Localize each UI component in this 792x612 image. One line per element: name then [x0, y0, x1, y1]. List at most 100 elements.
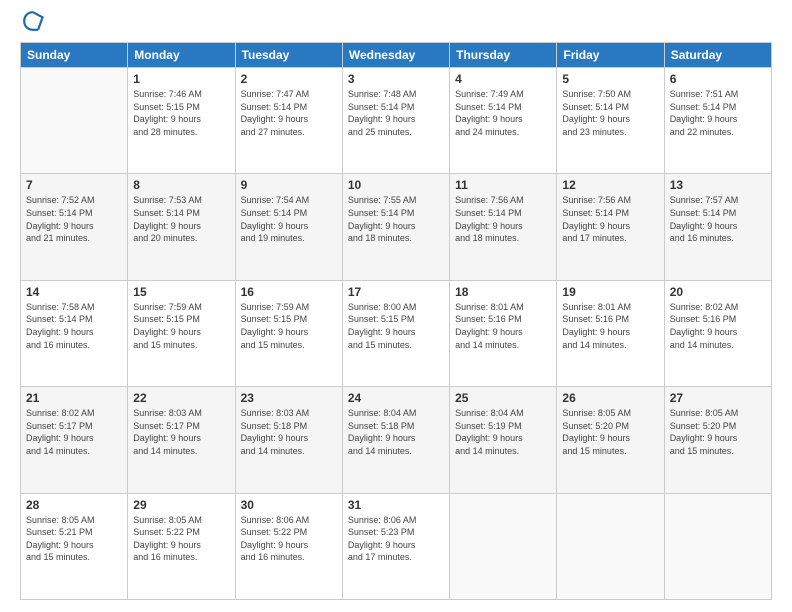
calendar-cell: 14 Sunrise: 7:58 AMSunset: 5:14 PMDayligh…	[21, 280, 128, 386]
day-number: 2	[241, 72, 337, 86]
day-number: 3	[348, 72, 444, 86]
day-info: Sunrise: 7:50 AMSunset: 5:14 PMDaylight:…	[562, 88, 658, 138]
calendar-cell: 27 Sunrise: 8:05 AMSunset: 5:20 PMDayligh…	[664, 387, 771, 493]
day-info: Sunrise: 8:05 AMSunset: 5:20 PMDaylight:…	[562, 407, 658, 457]
day-number: 25	[455, 391, 551, 405]
day-number: 24	[348, 391, 444, 405]
day-info: Sunrise: 8:00 AMSunset: 5:15 PMDaylight:…	[348, 301, 444, 351]
header	[20, 18, 772, 32]
day-number: 27	[670, 391, 766, 405]
day-number: 12	[562, 178, 658, 192]
day-number: 26	[562, 391, 658, 405]
day-number: 22	[133, 391, 229, 405]
day-number: 20	[670, 285, 766, 299]
day-info: Sunrise: 7:46 AMSunset: 5:15 PMDaylight:…	[133, 88, 229, 138]
calendar-cell: 7 Sunrise: 7:52 AMSunset: 5:14 PMDaylight…	[21, 174, 128, 280]
day-number: 7	[26, 178, 122, 192]
day-info: Sunrise: 7:56 AMSunset: 5:14 PMDaylight:…	[455, 194, 551, 244]
day-number: 14	[26, 285, 122, 299]
day-number: 4	[455, 72, 551, 86]
calendar-cell: 2 Sunrise: 7:47 AMSunset: 5:14 PMDaylight…	[235, 68, 342, 174]
calendar-cell	[557, 493, 664, 599]
calendar-cell: 12 Sunrise: 7:56 AMSunset: 5:14 PMDayligh…	[557, 174, 664, 280]
calendar-cell: 21 Sunrise: 8:02 AMSunset: 5:17 PMDayligh…	[21, 387, 128, 493]
calendar-cell: 6Sunrise: 7:51 AMSunset: 5:14 PMDaylight…	[664, 68, 771, 174]
calendar-cell: 24 Sunrise: 8:04 AMSunset: 5:18 PMDayligh…	[342, 387, 449, 493]
calendar-cell: 26 Sunrise: 8:05 AMSunset: 5:20 PMDayligh…	[557, 387, 664, 493]
day-info: Sunrise: 7:49 AMSunset: 5:14 PMDaylight:…	[455, 88, 551, 138]
weekday-header: Friday	[557, 43, 664, 68]
day-number: 19	[562, 285, 658, 299]
day-info: Sunrise: 8:03 AMSunset: 5:18 PMDaylight:…	[241, 407, 337, 457]
calendar-cell: 31 Sunrise: 8:06 AMSunset: 5:23 PMDayligh…	[342, 493, 449, 599]
day-info: Sunrise: 8:03 AMSunset: 5:17 PMDaylight:…	[133, 407, 229, 457]
weekday-header: Saturday	[664, 43, 771, 68]
calendar-cell: 30Sunrise: 8:06 AMSunset: 5:22 PMDayligh…	[235, 493, 342, 599]
calendar-cell	[450, 493, 557, 599]
day-number: 11	[455, 178, 551, 192]
day-info: Sunrise: 7:55 AMSunset: 5:14 PMDaylight:…	[348, 194, 444, 244]
day-info: Sunrise: 7:53 AMSunset: 5:14 PMDaylight:…	[133, 194, 229, 244]
day-info: Sunrise: 8:01 AMSunset: 5:16 PMDaylight:…	[455, 301, 551, 351]
logo-icon	[22, 10, 44, 32]
calendar-cell: 1 Sunrise: 7:46 AMSunset: 5:15 PMDaylight…	[128, 68, 235, 174]
day-info: Sunrise: 7:52 AMSunset: 5:14 PMDaylight:…	[26, 194, 122, 244]
calendar-cell: 9 Sunrise: 7:54 AMSunset: 5:14 PMDaylight…	[235, 174, 342, 280]
calendar-cell: 5 Sunrise: 7:50 AMSunset: 5:14 PMDaylight…	[557, 68, 664, 174]
day-number: 31	[348, 498, 444, 512]
calendar-cell: 15 Sunrise: 7:59 AMSunset: 5:15 PMDayligh…	[128, 280, 235, 386]
day-info: Sunrise: 8:05 AMSunset: 5:20 PMDaylight:…	[670, 407, 766, 457]
day-number: 6	[670, 72, 766, 86]
day-number: 18	[455, 285, 551, 299]
day-number: 16	[241, 285, 337, 299]
day-info: Sunrise: 7:54 AMSunset: 5:14 PMDaylight:…	[241, 194, 337, 244]
day-number: 9	[241, 178, 337, 192]
weekday-header: Monday	[128, 43, 235, 68]
day-number: 28	[26, 498, 122, 512]
day-info: Sunrise: 8:06 AMSunset: 5:22 PMDaylight:…	[241, 514, 337, 564]
day-number: 15	[133, 285, 229, 299]
calendar-cell: 10Sunrise: 7:55 AMSunset: 5:14 PMDayligh…	[342, 174, 449, 280]
calendar-cell: 16 Sunrise: 7:59 AMSunset: 5:15 PMDayligh…	[235, 280, 342, 386]
calendar-cell: 19 Sunrise: 8:01 AMSunset: 5:16 PMDayligh…	[557, 280, 664, 386]
day-info: Sunrise: 8:01 AMSunset: 5:16 PMDaylight:…	[562, 301, 658, 351]
day-info: Sunrise: 7:58 AMSunset: 5:14 PMDaylight:…	[26, 301, 122, 351]
calendar-cell: 28 Sunrise: 8:05 AMSunset: 5:21 PMDayligh…	[21, 493, 128, 599]
calendar-cell	[664, 493, 771, 599]
day-info: Sunrise: 7:47 AMSunset: 5:14 PMDaylight:…	[241, 88, 337, 138]
day-number: 21	[26, 391, 122, 405]
calendar-cell: 29 Sunrise: 8:05 AMSunset: 5:22 PMDayligh…	[128, 493, 235, 599]
day-info: Sunrise: 8:02 AMSunset: 5:17 PMDaylight:…	[26, 407, 122, 457]
day-info: Sunrise: 8:04 AMSunset: 5:18 PMDaylight:…	[348, 407, 444, 457]
calendar-cell: 11 Sunrise: 7:56 AMSunset: 5:14 PMDayligh…	[450, 174, 557, 280]
day-number: 5	[562, 72, 658, 86]
day-info: Sunrise: 8:05 AMSunset: 5:21 PMDaylight:…	[26, 514, 122, 564]
calendar-cell: 3 Sunrise: 7:48 AMSunset: 5:14 PMDaylight…	[342, 68, 449, 174]
day-number: 29	[133, 498, 229, 512]
calendar: SundayMondayTuesdayWednesdayThursdayFrid…	[20, 42, 772, 600]
day-info: Sunrise: 7:57 AMSunset: 5:14 PMDaylight:…	[670, 194, 766, 244]
calendar-cell: 17 Sunrise: 8:00 AMSunset: 5:15 PMDayligh…	[342, 280, 449, 386]
calendar-cell: 22 Sunrise: 8:03 AMSunset: 5:17 PMDayligh…	[128, 387, 235, 493]
calendar-cell: 8 Sunrise: 7:53 AMSunset: 5:14 PMDaylight…	[128, 174, 235, 280]
day-number: 17	[348, 285, 444, 299]
day-number: 13	[670, 178, 766, 192]
day-number: 8	[133, 178, 229, 192]
day-info: Sunrise: 8:05 AMSunset: 5:22 PMDaylight:…	[133, 514, 229, 564]
calendar-cell: 13 Sunrise: 7:57 AMSunset: 5:14 PMDayligh…	[664, 174, 771, 280]
day-info: Sunrise: 7:48 AMSunset: 5:14 PMDaylight:…	[348, 88, 444, 138]
day-number: 23	[241, 391, 337, 405]
day-info: Sunrise: 7:56 AMSunset: 5:14 PMDaylight:…	[562, 194, 658, 244]
calendar-cell	[21, 68, 128, 174]
day-number: 1	[133, 72, 229, 86]
weekday-header: Sunday	[21, 43, 128, 68]
day-info: Sunrise: 7:59 AMSunset: 5:15 PMDaylight:…	[133, 301, 229, 351]
calendar-cell: 18 Sunrise: 8:01 AMSunset: 5:16 PMDayligh…	[450, 280, 557, 386]
weekday-header: Wednesday	[342, 43, 449, 68]
calendar-cell: 20 Sunrise: 8:02 AMSunset: 5:16 PMDayligh…	[664, 280, 771, 386]
page: SundayMondayTuesdayWednesdayThursdayFrid…	[0, 0, 792, 612]
day-info: Sunrise: 8:06 AMSunset: 5:23 PMDaylight:…	[348, 514, 444, 564]
day-info: Sunrise: 7:59 AMSunset: 5:15 PMDaylight:…	[241, 301, 337, 351]
weekday-header: Tuesday	[235, 43, 342, 68]
day-info: Sunrise: 8:02 AMSunset: 5:16 PMDaylight:…	[670, 301, 766, 351]
